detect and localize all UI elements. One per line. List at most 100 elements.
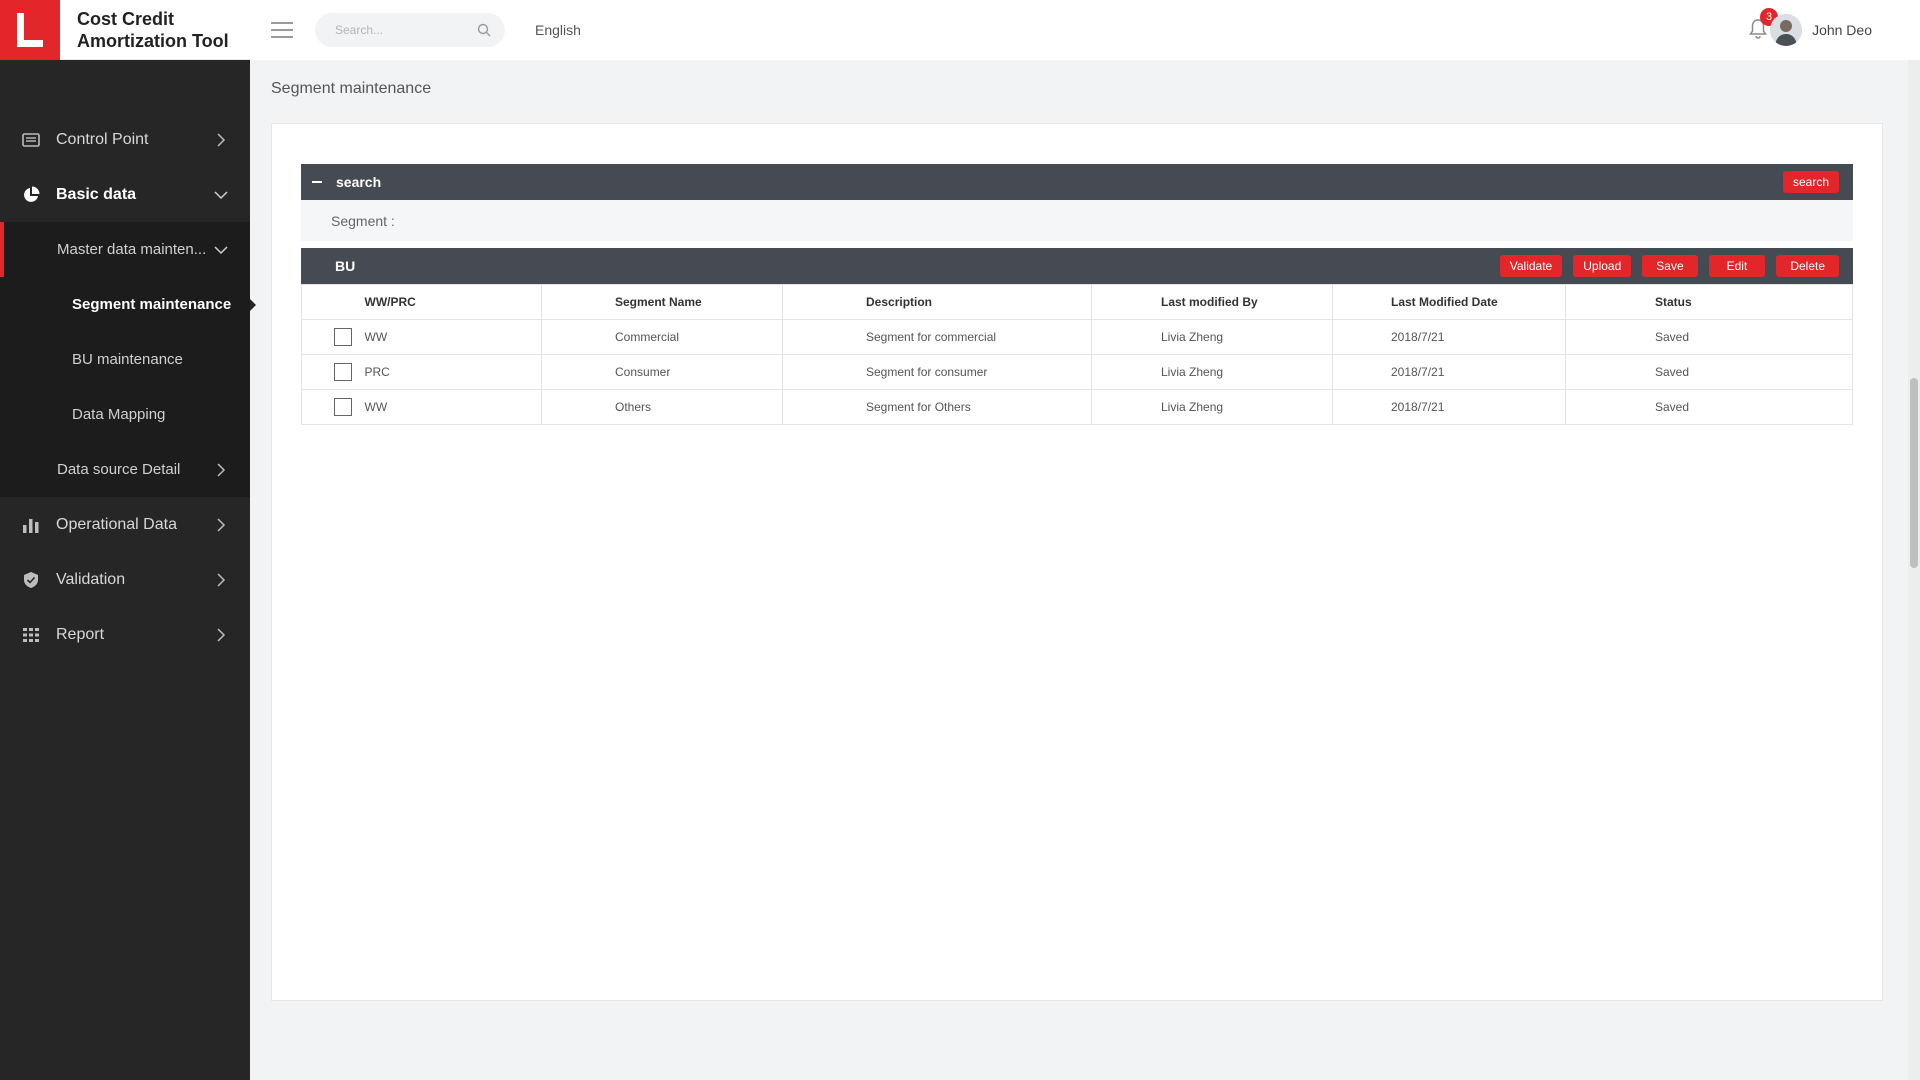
sidebar-item-master-data[interactable]: Master data mainten... bbox=[0, 222, 250, 277]
validate-button[interactable]: Validate bbox=[1499, 255, 1563, 277]
notifications[interactable]: 3 bbox=[1748, 8, 1778, 40]
table-row[interactable]: WW Others Segment for Others Livia Zheng… bbox=[301, 389, 1853, 425]
sidebar-item-label: BU maintenance bbox=[72, 351, 183, 368]
column-header: Last modified By bbox=[1091, 284, 1333, 320]
sidebar-item-basic-data[interactable]: Basic data bbox=[0, 167, 250, 222]
top-header: English 3 John Deo bbox=[250, 0, 1920, 60]
content-panel: search search Segment : BU Validate Uplo… bbox=[271, 123, 1883, 1001]
cell-segment-name: Commercial bbox=[541, 319, 783, 355]
chevron-down-icon bbox=[214, 190, 228, 199]
column-header: Last Modified Date bbox=[1332, 284, 1566, 320]
sidebar-item-label: Control Point bbox=[56, 130, 149, 148]
cell-modified-date: 2018/7/21 bbox=[1332, 354, 1566, 390]
segment-table: WW/PRC Segment Name Description Last mod… bbox=[301, 284, 1853, 425]
sidebar-item-report[interactable]: Report bbox=[0, 607, 250, 662]
chevron-right-icon bbox=[217, 572, 226, 587]
table-row[interactable]: PRC Consumer Segment for consumer Livia … bbox=[301, 354, 1853, 390]
header-search bbox=[315, 13, 505, 47]
chevron-right-icon bbox=[217, 517, 226, 532]
user-menu[interactable]: John Deo bbox=[1770, 14, 1872, 46]
sidebar-item-label: Segment maintenance bbox=[72, 296, 232, 313]
bu-section-title: BU bbox=[335, 258, 356, 274]
bu-actions: Validate Upload Save Edit Delete bbox=[1499, 255, 1839, 277]
column-header: Description bbox=[782, 284, 1092, 320]
cell-modified-date: 2018/7/21 bbox=[1332, 319, 1566, 355]
column-header: Segment Name bbox=[541, 284, 783, 320]
page-title: Segment maintenance bbox=[271, 80, 432, 97]
menu-toggle-icon[interactable] bbox=[271, 22, 293, 38]
avatar bbox=[1770, 14, 1803, 46]
scrollbar-thumb[interactable] bbox=[1910, 378, 1918, 568]
collapse-icon[interactable] bbox=[312, 181, 322, 183]
chevron-right-icon bbox=[217, 132, 226, 147]
save-button[interactable]: Save bbox=[1642, 255, 1698, 277]
user-name: John Deo bbox=[1812, 22, 1872, 38]
bu-section-header: BU Validate Upload Save Edit Delete bbox=[301, 248, 1853, 284]
upload-button[interactable]: Upload bbox=[1573, 255, 1632, 277]
brand: Cost Credit Amortization Tool bbox=[0, 0, 250, 60]
shield-check-icon bbox=[22, 571, 40, 589]
cell-description: Segment for consumer bbox=[782, 354, 1092, 390]
sidebar-item-data-source-detail[interactable]: Data source Detail bbox=[0, 442, 250, 497]
sidebar-item-data-mapping[interactable]: Data Mapping bbox=[0, 387, 250, 442]
row-checkbox[interactable] bbox=[334, 398, 352, 416]
chevron-right-icon bbox=[217, 462, 226, 477]
search-button[interactable]: search bbox=[1782, 171, 1839, 193]
cell-status: Saved bbox=[1565, 319, 1853, 355]
pie-chart-icon bbox=[22, 186, 40, 204]
sidebar-item-label: Operational Data bbox=[56, 515, 177, 533]
row-checkbox[interactable] bbox=[334, 328, 352, 346]
search-input[interactable] bbox=[335, 23, 475, 37]
cell-status: Saved bbox=[1565, 354, 1853, 390]
sidebar-item-label: Data Mapping bbox=[72, 406, 166, 423]
sidebar-item-segment-maintenance[interactable]: Segment maintenance bbox=[0, 277, 250, 332]
cell-description: Segment for commercial bbox=[782, 319, 1092, 355]
cell-modified-date: 2018/7/21 bbox=[1332, 389, 1566, 425]
delete-button[interactable]: Delete bbox=[1776, 255, 1839, 277]
chevron-right-icon bbox=[217, 627, 226, 642]
search-icon[interactable] bbox=[477, 23, 491, 37]
edit-button[interactable]: Edit bbox=[1708, 255, 1766, 277]
logo[interactable] bbox=[0, 0, 60, 60]
cell-modified-by: Livia Zheng bbox=[1091, 389, 1333, 425]
sidebar: Cost Credit Amortization Tool Control Po… bbox=[0, 0, 250, 1080]
chevron-down-icon bbox=[214, 245, 228, 254]
bar-chart-icon bbox=[22, 516, 40, 534]
cell-modified-by: Livia Zheng bbox=[1091, 354, 1333, 390]
page-scrollbar[interactable] bbox=[1908, 60, 1920, 1080]
app-title: Cost Credit Amortization Tool bbox=[77, 8, 229, 51]
select-column-header bbox=[301, 284, 365, 320]
cell-modified-by: Livia Zheng bbox=[1091, 319, 1333, 355]
segment-filter-row: Segment : bbox=[301, 200, 1853, 241]
cell-status: Saved bbox=[1565, 389, 1853, 425]
basic-data-subnav: Master data mainten... Segment maintenan… bbox=[0, 222, 250, 497]
sidebar-item-bu-maintenance[interactable]: BU maintenance bbox=[0, 332, 250, 387]
sidebar-item-label: Master data mainten... bbox=[57, 241, 207, 258]
table-header-row: WW/PRC Segment Name Description Last mod… bbox=[301, 284, 1853, 320]
sidebar-nav: Control Point Basic data Master data mai… bbox=[0, 60, 250, 662]
language-selector[interactable]: English bbox=[535, 22, 581, 38]
segment-filter-label: Segment : bbox=[331, 212, 395, 229]
cell-ww-prc: PRC bbox=[364, 354, 542, 390]
sidebar-item-control-point[interactable]: Control Point bbox=[0, 112, 250, 167]
sidebar-item-operational-data[interactable]: Operational Data bbox=[0, 497, 250, 552]
sidebar-item-label: Data source Detail bbox=[57, 461, 181, 478]
cell-segment-name: Others bbox=[541, 389, 783, 425]
logo-l-icon bbox=[17, 12, 43, 47]
sidebar-item-label: Report bbox=[56, 625, 105, 643]
cell-ww-prc: WW bbox=[364, 389, 542, 425]
table-row[interactable]: WW Commercial Segment for commercial Liv… bbox=[301, 319, 1853, 355]
sidebar-item-validation[interactable]: Validation bbox=[0, 552, 250, 607]
cell-description: Segment for Others bbox=[782, 389, 1092, 425]
sidebar-item-label: Basic data bbox=[56, 185, 137, 203]
row-checkbox[interactable] bbox=[334, 363, 352, 381]
search-section-title: search bbox=[336, 174, 382, 190]
cell-segment-name: Consumer bbox=[541, 354, 783, 390]
list-icon bbox=[22, 131, 40, 149]
column-header: WW/PRC bbox=[364, 284, 542, 320]
column-header: Status bbox=[1565, 284, 1853, 320]
grid-icon bbox=[22, 626, 40, 644]
sidebar-item-label: Validation bbox=[56, 570, 126, 588]
search-section-header: search search bbox=[301, 164, 1853, 200]
cell-ww-prc: WW bbox=[364, 319, 542, 355]
